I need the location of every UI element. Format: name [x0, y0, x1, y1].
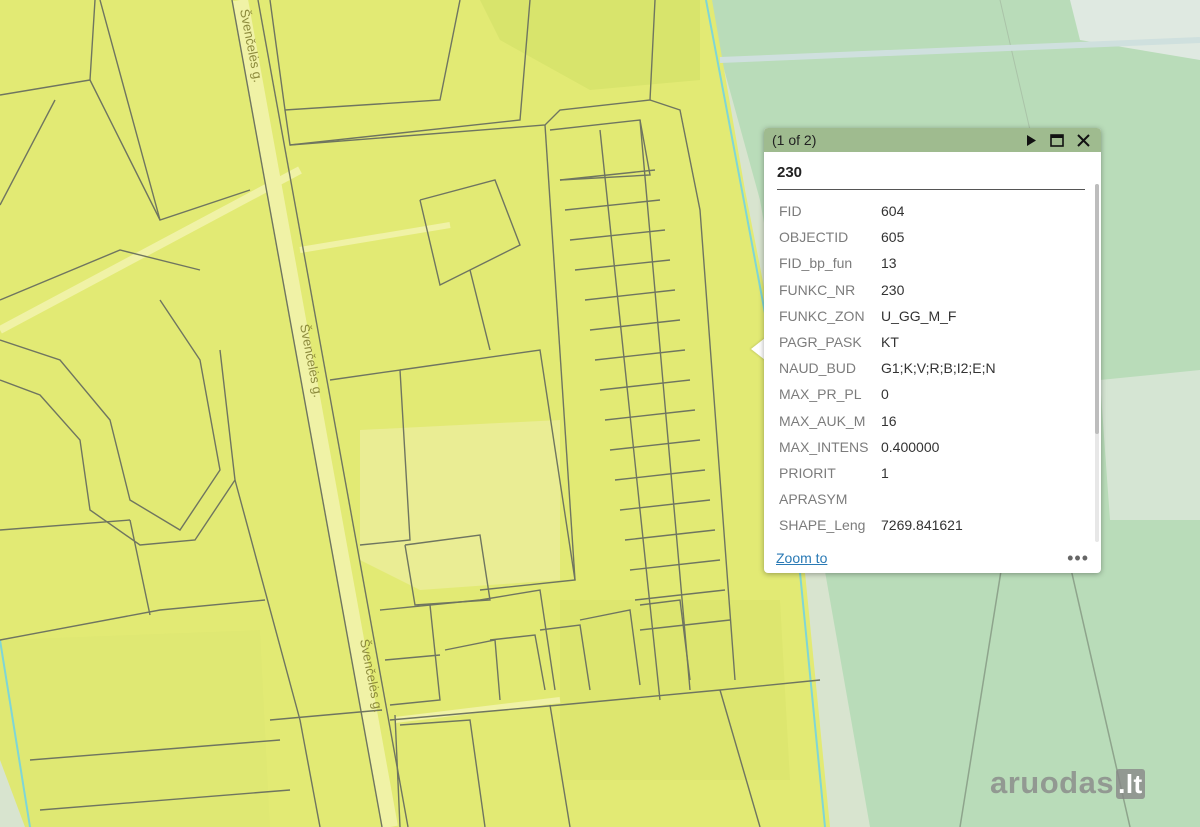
attribute-row: NAUD_BUD G1;K;V;R;B;I2;E;N	[773, 355, 1002, 381]
close-icon[interactable]	[1073, 130, 1093, 150]
attribute-key: NAUD_BUD	[779, 360, 857, 377]
popup-header: (1 of 2)	[764, 128, 1101, 152]
attribute-row: OBJECTID 605	[773, 224, 1002, 250]
watermark-logo: aruodas .lt	[990, 765, 1145, 801]
attribute-key: FUNKC_NR	[779, 281, 856, 298]
attribute-value: U_GG_M_F	[881, 307, 957, 324]
popup-counter: (1 of 2)	[772, 132, 817, 148]
attribute-row: PRIORIT 1	[773, 460, 1002, 486]
attribute-key: FID	[779, 203, 802, 220]
attribute-value	[875, 486, 1002, 512]
attribute-row: FID 604	[773, 198, 1002, 224]
attribute-key: MAX_AUK_M	[779, 412, 866, 429]
zoom-to-link[interactable]: Zoom to	[776, 550, 827, 566]
attribute-value: 16	[881, 412, 897, 429]
attribute-row: APRASYM	[773, 486, 1002, 512]
zone-patch	[360, 420, 560, 590]
attribute-key: SHAPE_Leng	[779, 517, 866, 534]
attribute-key: PRIORIT	[779, 464, 836, 481]
popup-body: 230 FID 604 OBJECTID 605 FID_bp_fun 13 FUNKC_N…	[764, 152, 1101, 573]
feature-popup: (1 of 2) 230 FID 604 OBJECTID 605 FID_bp_fun…	[764, 128, 1101, 573]
attribute-value: KT	[881, 334, 899, 351]
attribute-row: PAGR_PASK KT	[773, 329, 1002, 355]
watermark-name: aruodas	[990, 765, 1115, 800]
attribute-row: MAX_PR_PL 0	[773, 381, 1002, 407]
popup-pointer	[751, 338, 765, 360]
attribute-row: SHAPE_Leng 7269.841621	[773, 512, 1002, 538]
attribute-key: MAX_PR_PL	[779, 386, 862, 403]
attribute-value: 0	[881, 386, 889, 403]
scrollbar-thumb[interactable]	[1095, 184, 1099, 434]
attribute-value: G1;K;V;R;B;I2;E;N	[881, 360, 996, 377]
attribute-value: 7269.841621	[881, 517, 963, 534]
attribute-value: 1	[881, 464, 889, 481]
attribute-value: 604	[881, 203, 905, 220]
popup-title: 230	[777, 164, 1085, 190]
attribute-row: MAX_AUK_M 16	[773, 408, 1002, 434]
zone-patch	[560, 600, 790, 780]
attribute-row: FUNKC_NR 230	[773, 277, 1002, 303]
attribute-row: MAX_INTENS 0.400000	[773, 434, 1002, 460]
attribute-key: FID_bp_fun	[779, 255, 853, 272]
attribute-value: 13	[881, 255, 897, 272]
maximize-icon[interactable]	[1047, 130, 1067, 150]
watermark-tld: .lt	[1116, 769, 1145, 799]
attribute-value: 0.400000	[881, 438, 940, 455]
popup-footer: Zoom to •••	[776, 549, 1089, 567]
attribute-key: APRASYM	[779, 491, 848, 508]
popup-scrollbar[interactable]	[1095, 184, 1099, 542]
attribute-value: 605	[881, 229, 905, 246]
attribute-row: FUNKC_ZON U_GG_M_F	[773, 303, 1002, 329]
more-options-icon[interactable]: •••	[1067, 549, 1089, 567]
meadow-area	[1100, 370, 1200, 520]
attribute-key: PAGR_PASK	[779, 334, 862, 351]
attribute-key: FUNKC_ZON	[779, 307, 865, 324]
attribute-table: FID 604 OBJECTID 605 FID_bp_fun 13 FUNKC_NR 230…	[773, 198, 1002, 538]
zone-patch	[0, 630, 270, 827]
attribute-key: OBJECTID	[779, 229, 849, 246]
attribute-value: 230	[881, 281, 905, 298]
attribute-key: MAX_INTENS	[779, 438, 869, 455]
next-icon[interactable]	[1021, 130, 1041, 150]
attribute-row: FID_bp_fun 13	[773, 250, 1002, 276]
